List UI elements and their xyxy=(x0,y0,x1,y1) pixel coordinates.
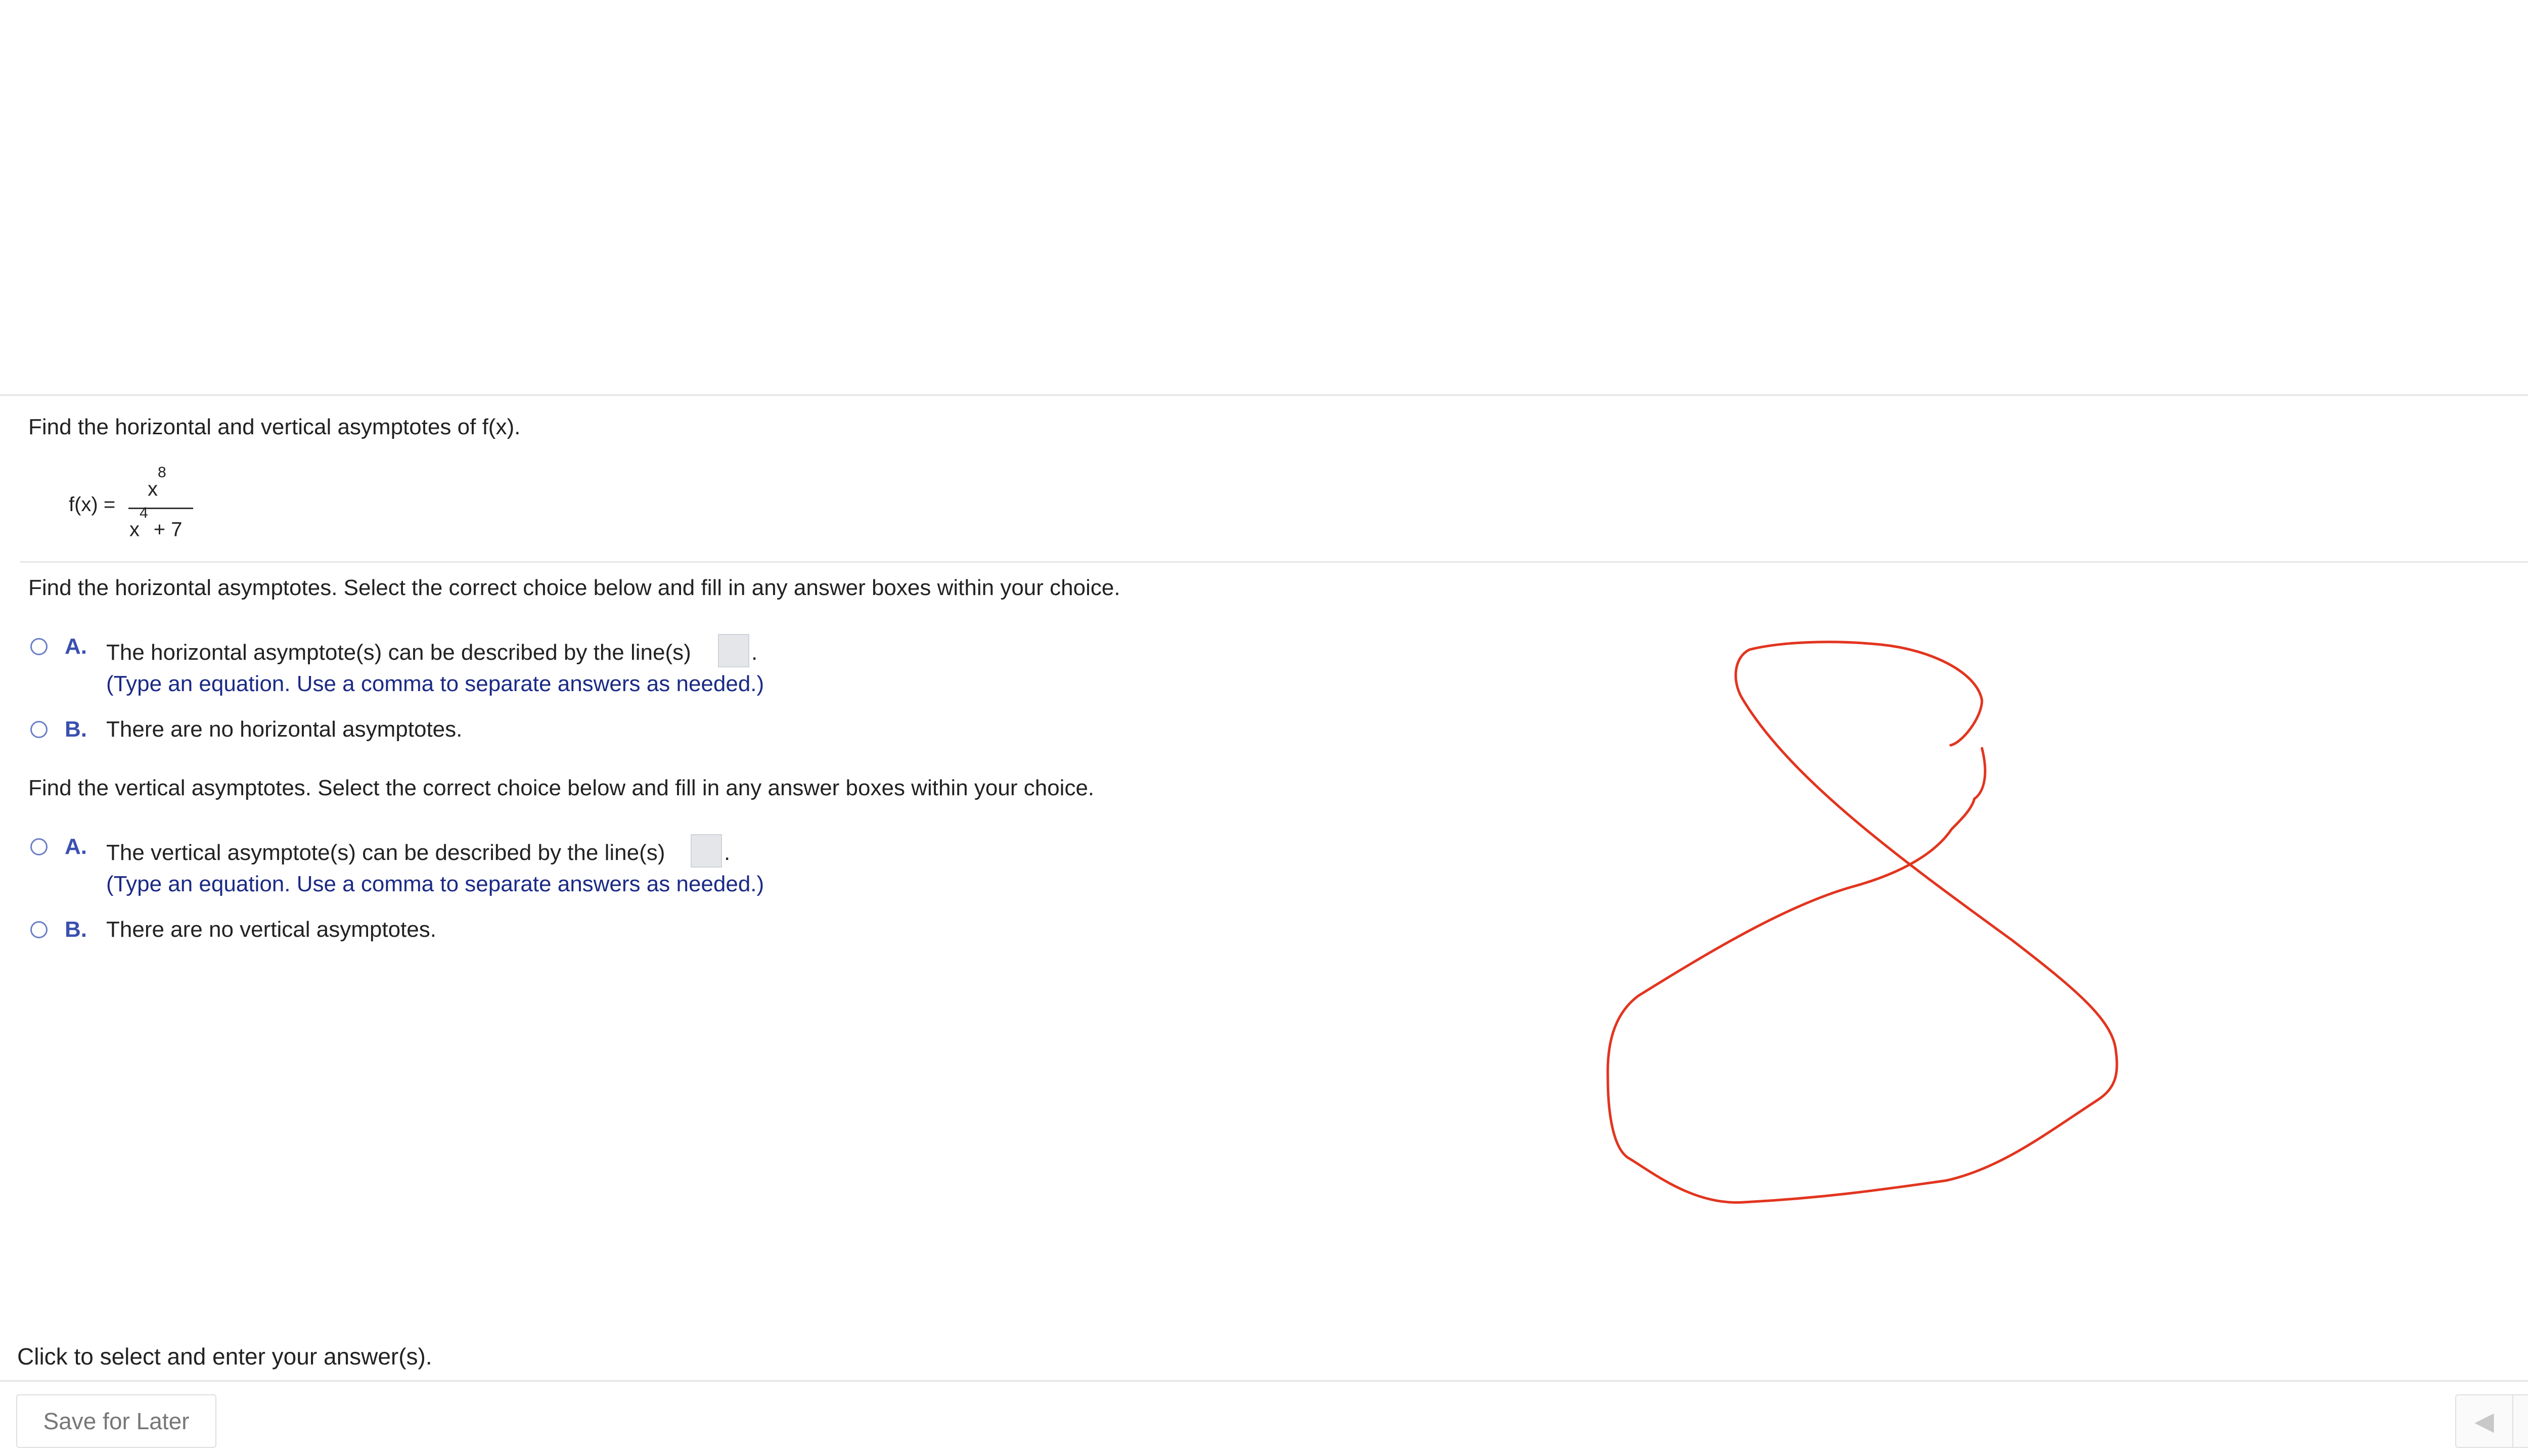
footer-status: Click to select and enter your answer(s)… xyxy=(17,1343,432,1370)
handwritten-scribble xyxy=(1606,641,2118,1204)
prev-arrow-icon[interactable]: ◀ xyxy=(2456,1395,2512,1447)
question-nav: ◀ ▶ xyxy=(2455,1394,2528,1448)
page: Find the horizontal and vertical asympto… xyxy=(0,0,2528,1456)
next-arrow-icon[interactable]: ▶ xyxy=(2512,1395,2528,1447)
footer-divider xyxy=(0,1380,2528,1382)
scribble-stroke xyxy=(1606,641,2118,1204)
save-for-later-button[interactable]: Save for Later xyxy=(16,1394,216,1448)
